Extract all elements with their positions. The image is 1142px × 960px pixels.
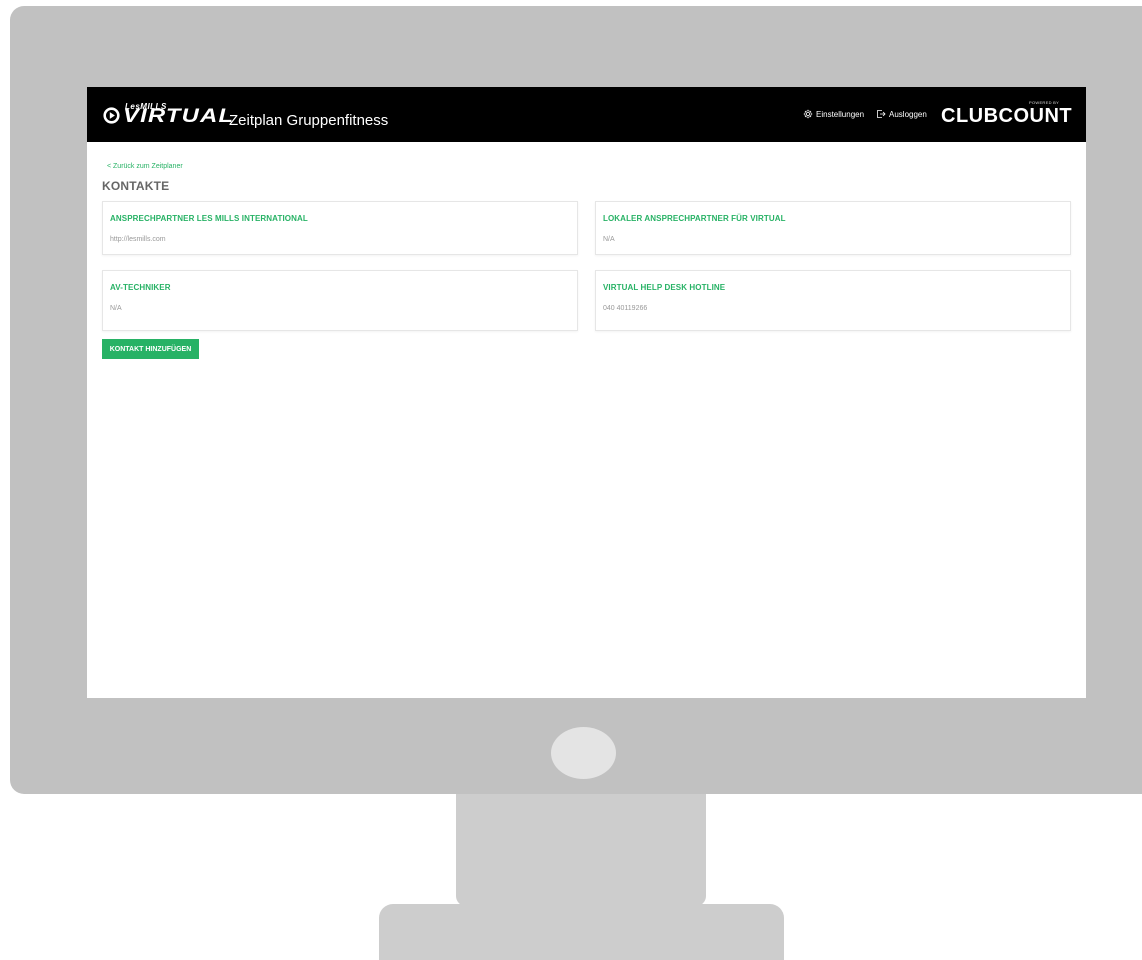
contact-card-title: VIRTUAL HELP DESK HOTLINE [603,283,726,292]
logout-label: Ausloggen [889,109,927,119]
app-title: Zeitplan Gruppenfitness [229,112,389,129]
contact-card: VIRTUAL HELP DESK HOTLINE 040 40119266 [595,270,1071,331]
screen: LesMILLS VIRTUAL Zeitplan Gruppenfitness… [87,87,1086,698]
contact-card: ANSPRECHPARTNER LES MILLS INTERNATIONAL … [102,201,578,255]
clubcount-logo: CLUBCOUNT [941,105,1073,127]
top-navigation-bar: LesMILLS VIRTUAL Zeitplan Gruppenfitness… [87,87,1086,142]
contact-card-value: N/A [110,305,122,312]
contact-card-value: 040 40119266 [603,305,648,312]
contact-card-title: ANSPRECHPARTNER LES MILLS INTERNATIONAL [110,214,308,223]
settings-label: Einstellungen [816,109,865,119]
contact-card: LOKALER ANSPRECHPARTNER FÜR VIRTUAL N/A [595,201,1071,255]
contact-card: AV-TECHNIKER N/A [102,270,578,331]
contact-card-value: N/A [603,236,615,243]
contact-card-title: AV-TECHNIKER [110,283,171,292]
gear-icon [803,109,813,119]
contact-card-title: LOKALER ANSPRECHPARTNER FÜR VIRTUAL [603,214,786,223]
play-circle-icon [103,107,120,124]
logout-icon [877,110,886,118]
logo-virtual-text: VIRTUAL [123,106,235,127]
monitor-button [551,727,616,779]
logout-link[interactable]: Ausloggen [876,109,927,119]
add-contact-button[interactable]: KONTAKT HINZUFÜGEN [102,339,199,359]
back-to-scheduler-link[interactable]: < Zurück zum Zeitplaner [107,163,183,170]
monitor-stand-neck [456,794,706,906]
monitor-stand-base [379,904,784,960]
contact-card-value: http://lesmills.com [110,236,166,243]
page-title: KONTAKTE [102,179,170,193]
settings-link[interactable]: Einstellungen [803,109,864,119]
